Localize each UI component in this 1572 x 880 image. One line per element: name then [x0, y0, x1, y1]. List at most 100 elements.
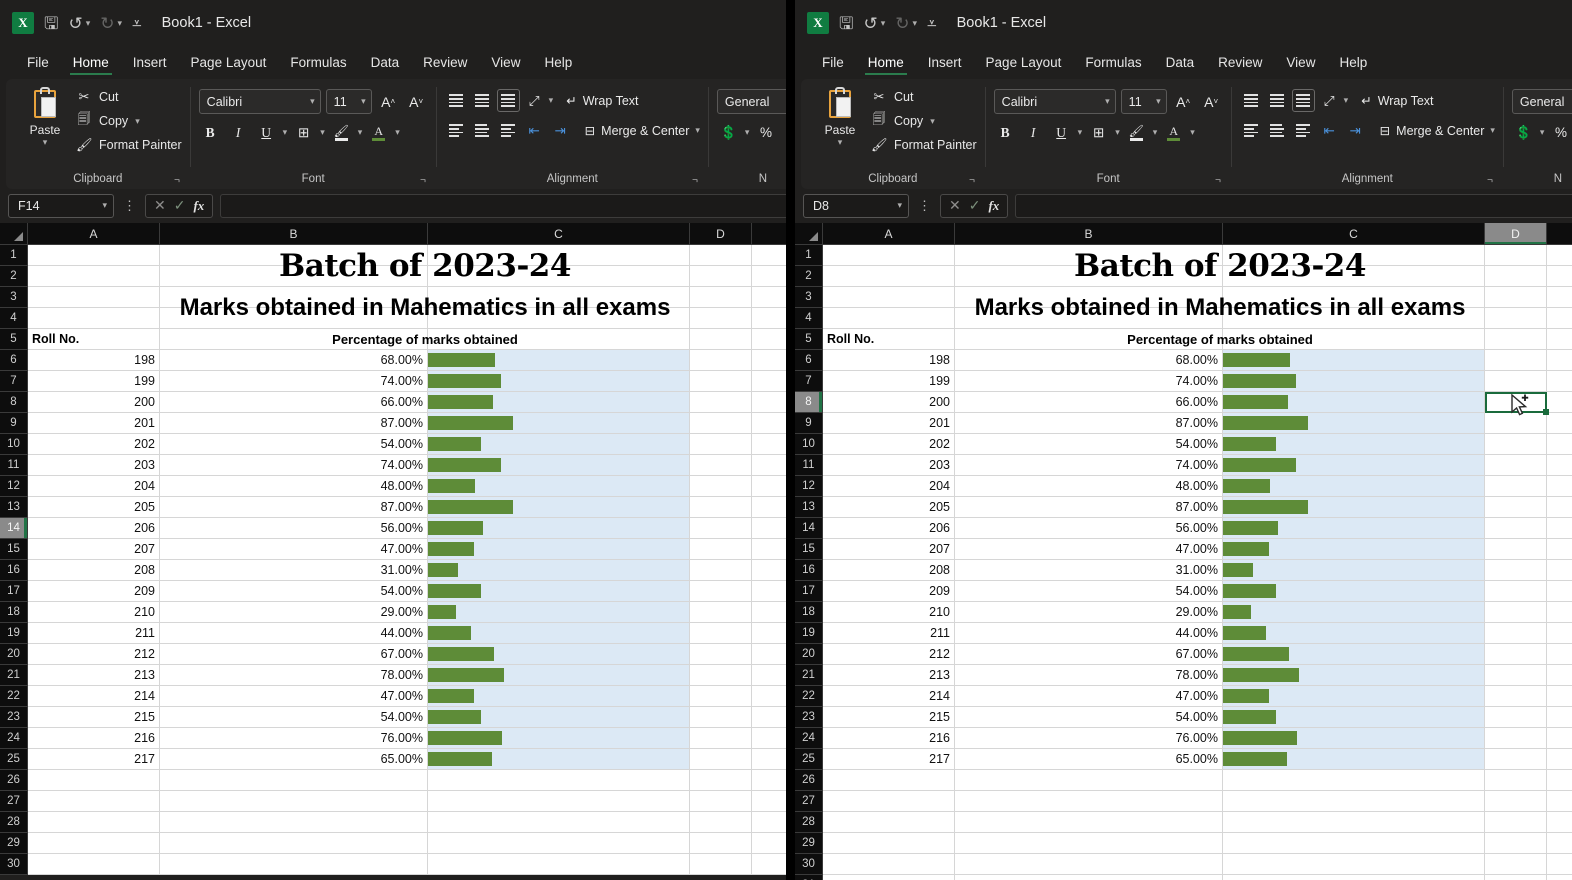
cell-A9[interactable]: 201	[28, 413, 160, 434]
bold-button[interactable]: B	[994, 121, 1017, 144]
column-header-A[interactable]: A	[823, 223, 955, 245]
cell-A23[interactable]: 215	[28, 707, 160, 728]
cell-E3[interactable]	[1547, 287, 1572, 308]
cell-B12[interactable]: 48.00%	[955, 476, 1223, 497]
cell-C1[interactable]	[1223, 245, 1485, 266]
cell-D3[interactable]	[690, 287, 752, 308]
align-right-button[interactable]	[497, 119, 520, 142]
cell-C27[interactable]	[1223, 791, 1485, 812]
row-header-16[interactable]: 16	[795, 560, 823, 581]
row-header-25[interactable]: 25	[0, 749, 28, 770]
accounting-number-format-icon[interactable]: 💲	[717, 121, 740, 144]
cell-A3[interactable]	[823, 287, 955, 308]
cell-B4[interactable]	[955, 308, 1223, 329]
cell-D14[interactable]	[690, 518, 752, 539]
cell-A10[interactable]: 202	[823, 434, 955, 455]
row-header-5[interactable]: 5	[795, 329, 823, 350]
cell-E11[interactable]	[752, 455, 786, 476]
formula-input[interactable]	[220, 193, 786, 218]
row-header-26[interactable]: 26	[795, 770, 823, 791]
cell-D30[interactable]	[1485, 854, 1547, 875]
wrap-text-button[interactable]: ↵ Wrap Text	[566, 93, 638, 109]
cell-A25[interactable]: 217	[28, 749, 160, 770]
cell-E15[interactable]	[752, 539, 786, 560]
cell-A6[interactable]: 198	[823, 350, 955, 371]
row-header-18[interactable]: 18	[0, 602, 28, 623]
cell-A6[interactable]: 198	[28, 350, 160, 371]
cell-A22[interactable]: 214	[823, 686, 955, 707]
column-header-B[interactable]: B	[955, 223, 1223, 245]
fill-handle[interactable]	[1543, 409, 1549, 415]
cell-A1[interactable]	[823, 245, 955, 266]
cell-A14[interactable]: 206	[28, 518, 160, 539]
cell-C19[interactable]	[1223, 623, 1485, 644]
cell-B29[interactable]	[160, 833, 428, 854]
cell-D23[interactable]	[1485, 707, 1547, 728]
cell-A9[interactable]: 201	[823, 413, 955, 434]
row-header-1[interactable]: 1	[795, 245, 823, 266]
cell-C11[interactable]	[1223, 455, 1485, 476]
cell-E1[interactable]	[1547, 245, 1572, 266]
cell-A12[interactable]: 204	[823, 476, 955, 497]
cell-D27[interactable]	[690, 791, 752, 812]
cell-E8[interactable]	[1547, 392, 1572, 413]
wrap-text-button[interactable]: ↵ Wrap Text	[1361, 93, 1433, 109]
row-header-10[interactable]: 10	[795, 434, 823, 455]
cell-C30[interactable]	[1223, 854, 1485, 875]
cell-E8[interactable]	[752, 392, 786, 413]
row-header-2[interactable]: 2	[795, 266, 823, 287]
cell-B4[interactable]	[160, 308, 428, 329]
cell-B8[interactable]: 66.00%	[160, 392, 428, 413]
redo-button[interactable]: ↻ ▾	[100, 15, 122, 32]
row-header-9[interactable]: 9	[795, 413, 823, 434]
orientation-icon[interactable]: ⤢	[523, 89, 546, 112]
chevron-down-icon[interactable]: ▾	[930, 116, 935, 127]
cell-C24[interactable]	[1223, 728, 1485, 749]
cell-A28[interactable]	[28, 812, 160, 833]
cell-E19[interactable]	[752, 623, 786, 644]
tab-formulas[interactable]: Formulas	[279, 53, 357, 76]
row-header-7[interactable]: 7	[0, 371, 28, 392]
cell-B14[interactable]: 56.00%	[160, 518, 428, 539]
cell-B10[interactable]: 54.00%	[160, 434, 428, 455]
row-header-6[interactable]: 6	[0, 350, 28, 371]
cell-C21[interactable]	[1223, 665, 1485, 686]
cell-D22[interactable]	[1485, 686, 1547, 707]
fill-color-icon[interactable]: 🖌	[1125, 121, 1148, 144]
cell-E10[interactable]	[1547, 434, 1572, 455]
cell-D6[interactable]	[1485, 350, 1547, 371]
percent-icon[interactable]: %	[754, 121, 777, 144]
row-header-11[interactable]: 11	[795, 455, 823, 476]
chevron-down-icon[interactable]: ▾	[320, 127, 325, 138]
cell-B26[interactable]	[955, 770, 1223, 791]
cell-C24[interactable]	[428, 728, 690, 749]
cell-A17[interactable]: 209	[28, 581, 160, 602]
font-color-icon[interactable]: A	[1162, 121, 1185, 144]
cell-B1[interactable]	[955, 245, 1223, 266]
cell-E14[interactable]	[1547, 518, 1572, 539]
name-box[interactable]: D8 ▾	[803, 193, 909, 218]
cell-B30[interactable]	[160, 854, 428, 875]
borders-icon[interactable]: ⊞	[292, 121, 315, 144]
cell-D31[interactable]	[1485, 875, 1547, 880]
format-painter-button[interactable]: 🖌 Format Painter	[76, 137, 182, 153]
row-header-12[interactable]: 12	[0, 476, 28, 497]
cell-E24[interactable]	[1547, 728, 1572, 749]
tab-data[interactable]: Data	[1155, 53, 1206, 76]
cell-E12[interactable]	[1547, 476, 1572, 497]
row-header-24[interactable]: 24	[795, 728, 823, 749]
cell-A12[interactable]: 204	[28, 476, 160, 497]
cell-A21[interactable]: 213	[28, 665, 160, 686]
row-header-6[interactable]: 6	[795, 350, 823, 371]
cell-A13[interactable]: 205	[28, 497, 160, 518]
cell-E16[interactable]	[1547, 560, 1572, 581]
cell-B20[interactable]: 67.00%	[955, 644, 1223, 665]
cell-E7[interactable]	[1547, 371, 1572, 392]
cell-E3[interactable]	[752, 287, 786, 308]
cell-A20[interactable]: 212	[823, 644, 955, 665]
row-header-5[interactable]: 5	[0, 329, 28, 350]
cell-B24[interactable]: 76.00%	[160, 728, 428, 749]
cell-C3[interactable]	[428, 287, 690, 308]
cell-C22[interactable]	[1223, 686, 1485, 707]
cell-C15[interactable]	[428, 539, 690, 560]
